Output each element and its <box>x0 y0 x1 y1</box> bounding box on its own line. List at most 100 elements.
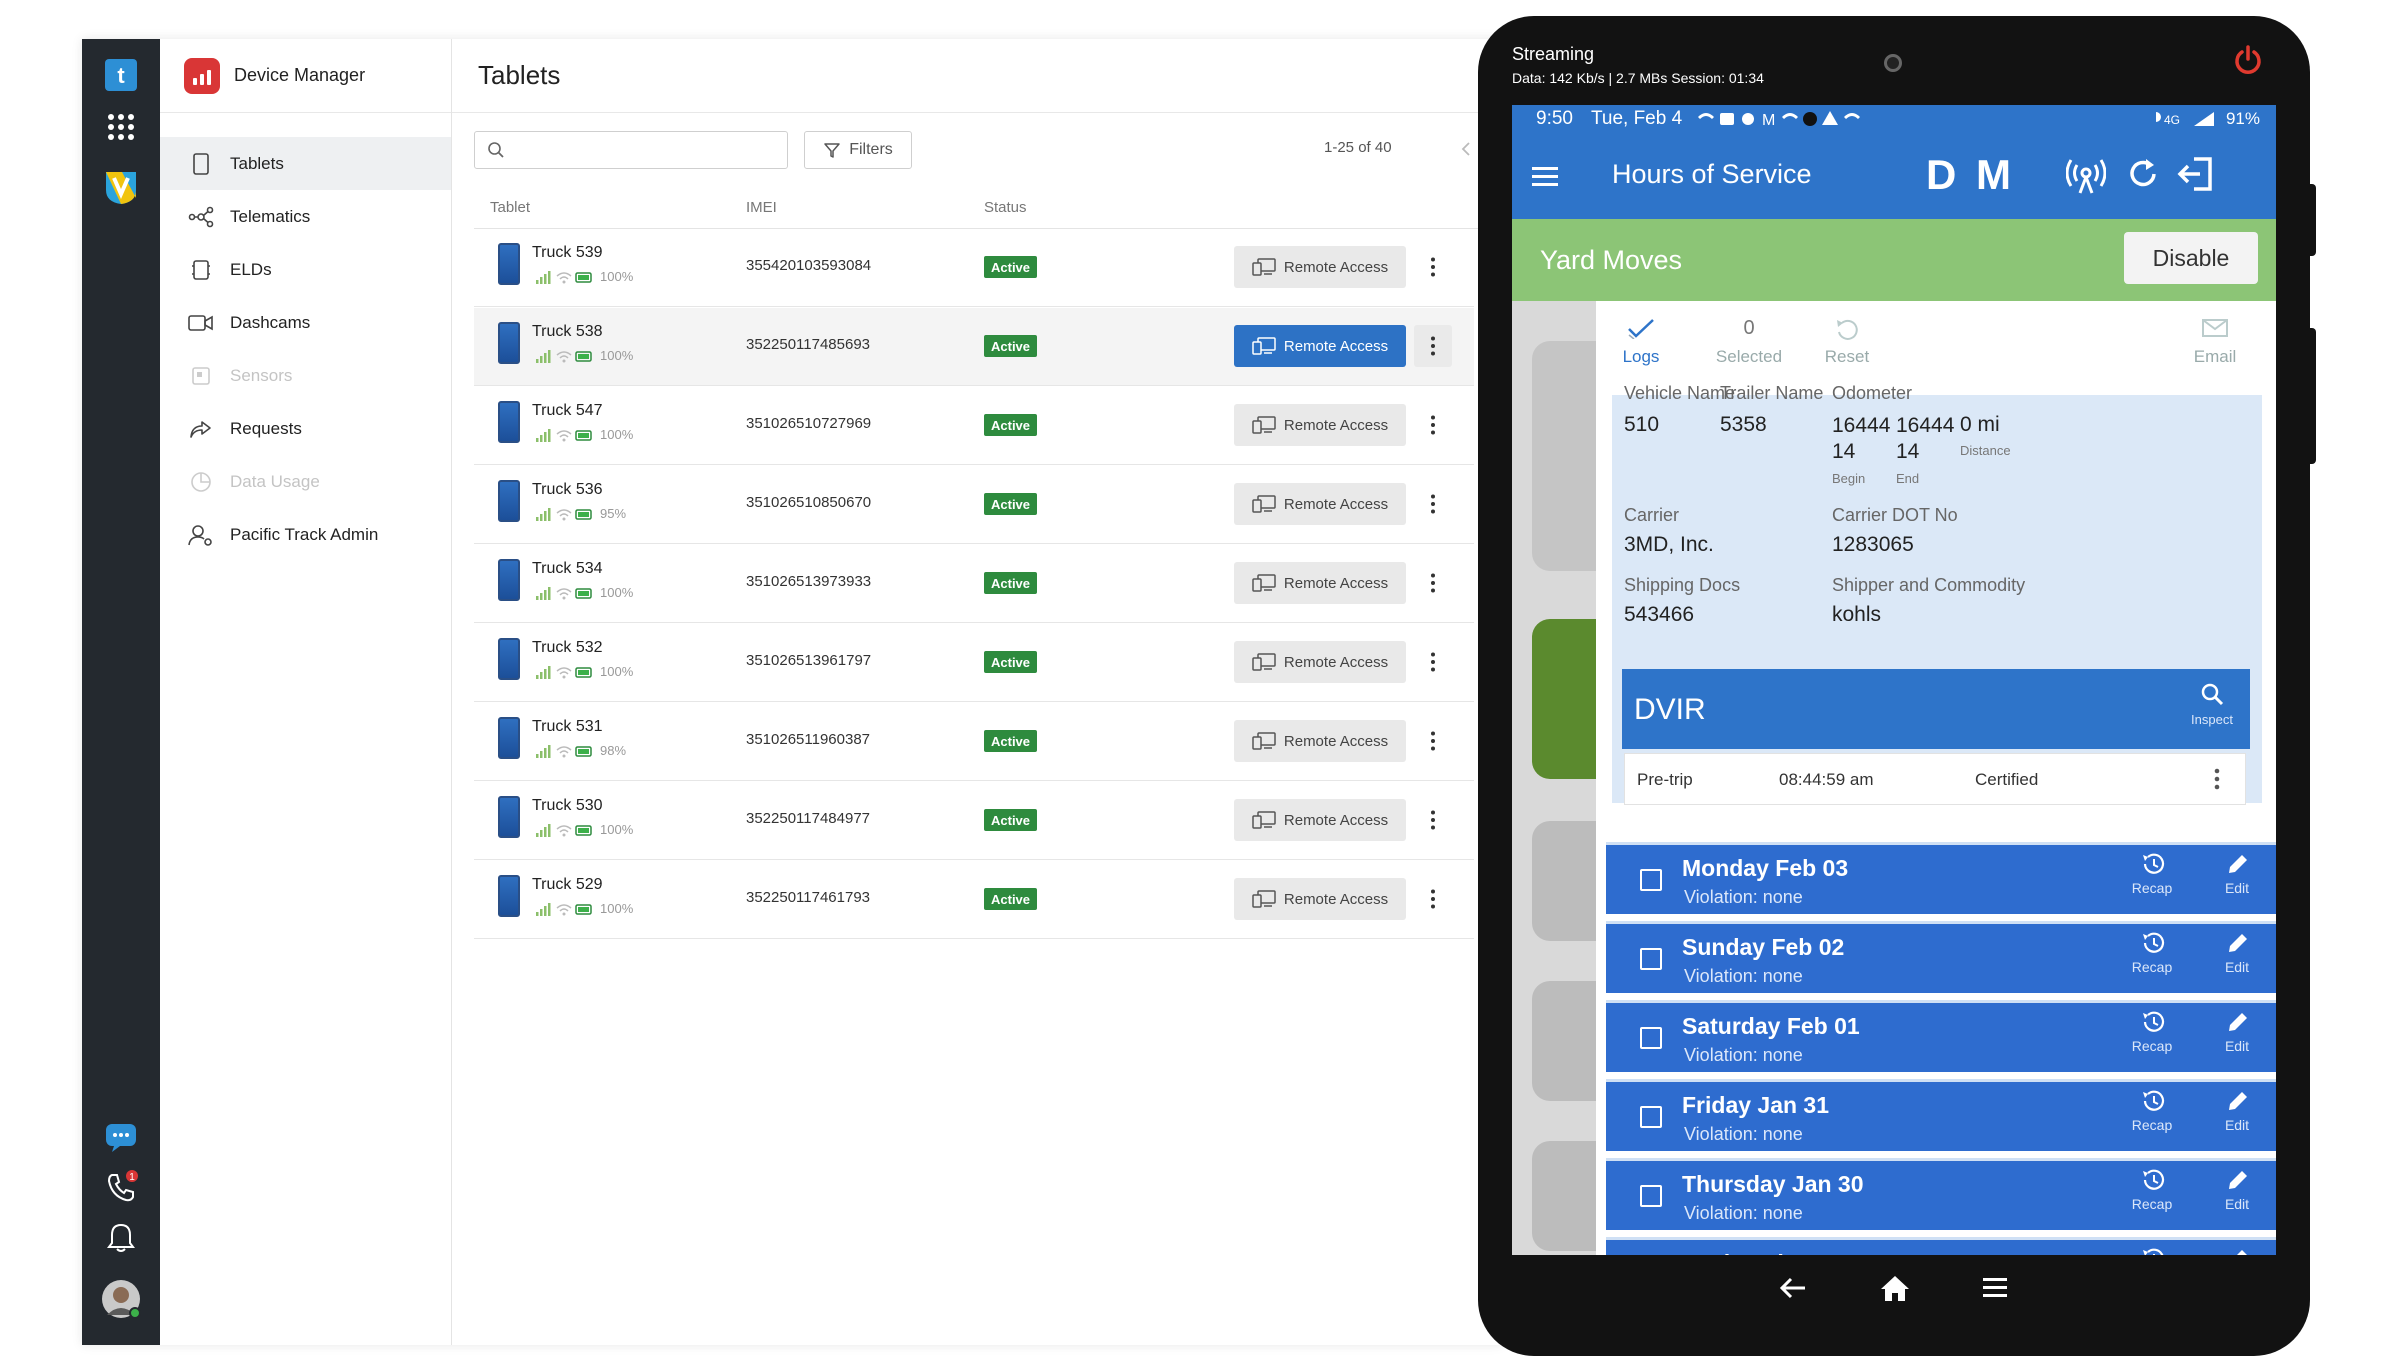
t-logo-icon[interactable]: t <box>101 55 141 95</box>
more-vertical-icon[interactable] <box>2213 768 2221 790</box>
row-more-button[interactable] <box>1414 641 1452 683</box>
inspect-button[interactable]: Inspect <box>2182 681 2242 727</box>
log-checkbox[interactable] <box>1640 1185 1662 1207</box>
edit-button[interactable]: Edit <box>2212 930 2262 975</box>
search-input[interactable] <box>474 131 788 169</box>
table-row[interactable]: Truck 532 100% 351026513961797 Active Remote… <box>474 624 1474 702</box>
dvir-entry[interactable]: Pre-trip 08:44:59 am Certified <box>1624 753 2246 805</box>
edit-button[interactable]: Edit <box>2212 1088 2262 1133</box>
tablet-name[interactable]: Truck 547 <box>532 402 603 420</box>
sidebar-item-pacific-track-admin[interactable]: Pacific Track Admin <box>160 508 451 561</box>
power-icon[interactable] <box>2232 44 2264 76</box>
recents-icon[interactable] <box>1983 1277 2009 1299</box>
recap-button[interactable]: Recap <box>2122 851 2182 896</box>
tablet-name[interactable]: Truck 534 <box>532 560 603 578</box>
recap-button[interactable]: Recap <box>2122 1009 2182 1054</box>
recap-button[interactable]: Recap <box>2122 1167 2182 1212</box>
daily-log-row[interactable]: Saturday Feb 01 Violation: none Recap Edit <box>1606 1000 2276 1072</box>
tablet-name[interactable]: Truck 530 <box>532 797 603 815</box>
table-row[interactable]: Truck 534 100% 351026513973933 Active Remote… <box>474 545 1474 623</box>
edit-button[interactable]: Edit <box>2212 1009 2262 1054</box>
bell-icon[interactable] <box>101 1217 141 1257</box>
table-row[interactable]: Truck 531 98% 351026511960387 Active Remote … <box>474 703 1474 781</box>
edit-button[interactable]: Edit <box>2212 1167 2262 1212</box>
filters-button[interactable]: Filters <box>804 131 912 169</box>
app-grid-icon[interactable] <box>101 107 141 147</box>
sidebar-item-elds[interactable]: ELDs <box>160 243 451 296</box>
table-row[interactable]: Truck 529 100% 352250117461793 Active Remote… <box>474 861 1474 939</box>
recap-button[interactable]: Recap <box>2122 1246 2182 1255</box>
driving-status-m-button[interactable]: M <box>1976 151 2011 199</box>
sidebar-item-tablets[interactable]: Tablets <box>160 137 451 190</box>
table-row[interactable]: Truck 536 95% 351026510850670 Active Remote … <box>474 466 1474 544</box>
tablet-name[interactable]: Truck 536 <box>532 481 603 499</box>
table-row[interactable]: Truck 530 100% 352250117484977 Active Remote… <box>474 782 1474 860</box>
remote-access-button[interactable]: Remote Access <box>1234 878 1406 920</box>
logout-icon[interactable] <box>2176 155 2216 193</box>
sidebar-item-requests[interactable]: Requests <box>160 402 451 455</box>
log-checkbox[interactable] <box>1640 948 1662 970</box>
sidebar-item-data-usage[interactable]: Data Usage <box>160 455 451 508</box>
prev-page-button[interactable] <box>1456 137 1476 161</box>
disable-button[interactable]: Disable <box>2124 232 2258 284</box>
tab-logs[interactable]: Logs <box>1596 317 1686 367</box>
column-status[interactable]: Status <box>984 199 1027 216</box>
driving-status-d-button[interactable]: D <box>1926 151 1956 199</box>
status-right: 4G 91% <box>2150 109 2260 129</box>
chat-icon[interactable] <box>101 1117 141 1157</box>
tab-selected[interactable]: 0 Selected <box>1704 317 1794 367</box>
sidebar-item-sensors[interactable]: Sensors <box>160 349 451 402</box>
tablet-name[interactable]: Truck 532 <box>532 639 603 657</box>
daily-log-row[interactable]: Sunday Feb 02 Violation: none Recap Edit <box>1606 921 2276 993</box>
remote-access-button[interactable]: Remote Access <box>1234 799 1406 841</box>
remote-access-button[interactable]: Remote Access <box>1234 325 1406 367</box>
table-row[interactable]: Truck 538 100% 352250117485693 Active Remote… <box>474 308 1474 386</box>
tablet-name[interactable]: Truck 539 <box>532 244 603 262</box>
log-checkbox[interactable] <box>1640 1027 1662 1049</box>
remote-access-button[interactable]: Remote Access <box>1234 720 1406 762</box>
tablet-name[interactable]: Truck 531 <box>532 718 603 736</box>
remote-access-button[interactable]: Remote Access <box>1234 483 1406 525</box>
daily-log-row[interactable]: Thursday Jan 30 Violation: none Recap Edit <box>1606 1158 2276 1230</box>
row-more-button[interactable] <box>1414 483 1452 525</box>
menu-icon[interactable] <box>1532 165 1560 187</box>
row-more-button[interactable] <box>1414 404 1452 446</box>
user-avatar[interactable] <box>101 1279 141 1319</box>
row-more-button[interactable] <box>1414 878 1452 920</box>
column-imei[interactable]: IMEI <box>746 199 777 216</box>
edit-button[interactable]: Edit <box>2212 1246 2262 1255</box>
edit-button[interactable]: Edit <box>2212 851 2262 896</box>
row-more-button[interactable] <box>1414 325 1452 367</box>
maps-logo-icon[interactable] <box>101 167 141 207</box>
tablet-name[interactable]: Truck 529 <box>532 876 603 894</box>
log-checkbox[interactable] <box>1640 1106 1662 1128</box>
daily-log-row[interactable]: Friday Jan 31 Violation: none Recap Edit <box>1606 1079 2276 1151</box>
tablet-name[interactable]: Truck 538 <box>532 323 603 341</box>
broadcast-icon[interactable] <box>2066 155 2106 195</box>
row-more-button[interactable] <box>1414 246 1452 288</box>
row-more-button[interactable] <box>1414 799 1452 841</box>
remote-access-button[interactable]: Remote Access <box>1234 641 1406 683</box>
recap-button[interactable]: Recap <box>2122 930 2182 975</box>
log-checkbox[interactable] <box>1640 869 1662 891</box>
daily-log-row[interactable]: Wednesday Jan 29Violation: noneRecapEdit <box>1606 1237 2276 1255</box>
back-icon[interactable] <box>1779 1276 1807 1300</box>
column-tablet[interactable]: Tablet <box>490 199 530 216</box>
remote-access-button[interactable]: Remote Access <box>1234 404 1406 446</box>
remote-access-button[interactable]: Remote Access <box>1234 562 1406 604</box>
tab-email[interactable]: Email <box>2170 317 2260 367</box>
table-row[interactable]: Truck 539 100% 355420103593084 Active Remote… <box>474 229 1474 307</box>
phone-icon[interactable]: 1 <box>101 1167 141 1207</box>
daily-log-row[interactable]: Monday Feb 03 Violation: none Recap Edit <box>1606 842 2276 914</box>
row-more-button[interactable] <box>1414 720 1452 762</box>
table-row[interactable]: Truck 547 100% 351026510727969 Active Remote… <box>474 387 1474 465</box>
remote-access-button[interactable]: Remote Access <box>1234 246 1406 288</box>
history-icon <box>2143 932 2165 953</box>
tab-reset[interactable]: Reset <box>1802 317 1892 367</box>
refresh-icon[interactable] <box>2124 155 2162 193</box>
home-icon[interactable] <box>1879 1274 1911 1302</box>
sidebar-item-telematics[interactable]: Telematics <box>160 190 451 243</box>
row-more-button[interactable] <box>1414 562 1452 604</box>
sidebar-item-dashcams[interactable]: Dashcams <box>160 296 451 349</box>
recap-button[interactable]: Recap <box>2122 1088 2182 1133</box>
